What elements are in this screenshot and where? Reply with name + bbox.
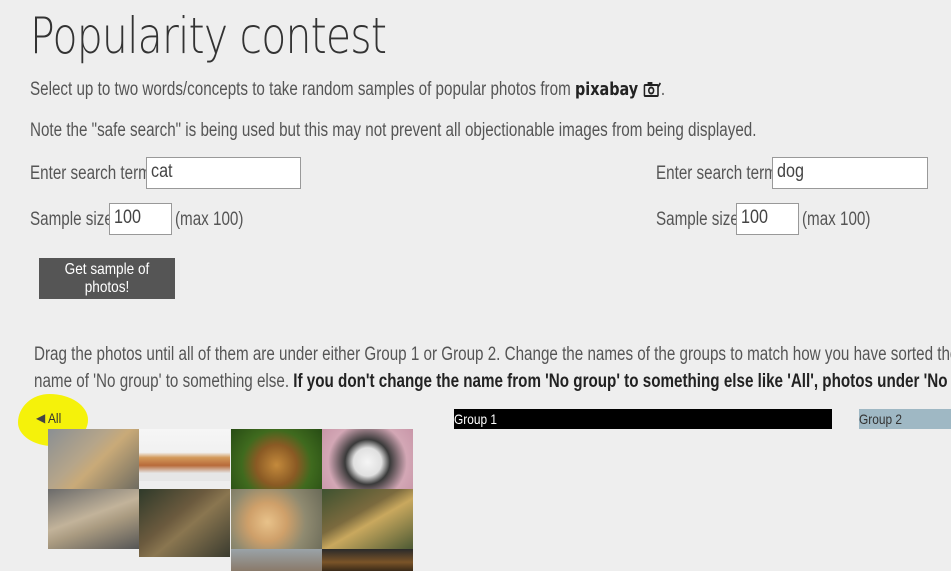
sample-size-1-input[interactable]: 100 xyxy=(109,203,172,235)
group-2-name[interactable]: Group 2 xyxy=(859,409,902,429)
drag-instructions-line2: name of 'No group' to something else. If… xyxy=(34,371,951,393)
group-all-header[interactable]: ◀ All xyxy=(36,410,64,426)
group-1-header[interactable]: Group 1 xyxy=(454,409,832,429)
search-term-1-input[interactable]: cat xyxy=(146,157,301,189)
sample-size-2-value: 100 xyxy=(741,207,768,228)
page: Popularity contest Select up to two word… xyxy=(0,0,951,571)
photo-orange-cat-lying[interactable] xyxy=(139,429,230,481)
pixabay-logo[interactable]: pixabay xyxy=(575,79,661,100)
search-term-2-input[interactable]: dog xyxy=(772,157,928,189)
group-all-name[interactable]: All xyxy=(48,410,61,426)
group-1-name[interactable]: Group 1 xyxy=(454,409,497,429)
sample-size-2-input[interactable]: 100 xyxy=(736,203,799,235)
photo-leopard[interactable] xyxy=(322,489,413,549)
intro-text-suffix: . xyxy=(660,79,666,100)
photo-lioness[interactable] xyxy=(48,429,139,489)
photo-lion[interactable] xyxy=(231,429,322,489)
search-term-1-value: cat xyxy=(151,161,173,182)
get-sample-button[interactable]: Get sample of photos! xyxy=(39,258,175,299)
photo-cat-partial[interactable] xyxy=(231,549,322,571)
pixabay-logo-text: pixabay xyxy=(574,79,639,100)
photo-lynx[interactable] xyxy=(139,489,230,557)
drag-instructions-line1: Drag the photos until all of them are un… xyxy=(34,344,951,365)
drag-instructions-text: name of 'No group' to something else. xyxy=(34,371,290,392)
sample-size-1-label: Sample size: xyxy=(30,209,118,230)
sample-size-2-label: Sample size: xyxy=(656,209,744,230)
camera-icon xyxy=(643,82,661,97)
sample-size-1-value: 100 xyxy=(114,207,141,228)
intro-text-prefix: Select up to two words/concepts to take … xyxy=(30,79,571,100)
photo-puppy-and-kitten[interactable] xyxy=(231,489,322,549)
collapse-arrow-icon[interactable]: ◀ xyxy=(36,411,45,425)
group-2-header[interactable]: Group 2 xyxy=(859,409,951,429)
drag-instructions-warning: If you don't change the name from 'No gr… xyxy=(293,371,951,392)
search-term-2-label: Enter search term: xyxy=(656,163,782,184)
search-term-2-value: dog xyxy=(777,161,804,182)
safe-search-note: Note the "safe search" is being used but… xyxy=(30,120,757,141)
photo-lion-cub-resting[interactable] xyxy=(48,489,139,549)
get-sample-button-label: Get sample of photos! xyxy=(64,260,150,296)
sample-size-1-max: (max 100) xyxy=(175,209,244,230)
intro-text: Select up to two words/concepts to take … xyxy=(30,79,665,101)
search-term-1-label: Enter search term: xyxy=(30,163,156,184)
photo-black-white-cat[interactable] xyxy=(322,429,413,489)
sample-size-2-max: (max 100) xyxy=(802,209,871,230)
photo-cheetah-partial[interactable] xyxy=(322,549,413,571)
page-title: Popularity contest xyxy=(30,7,387,65)
